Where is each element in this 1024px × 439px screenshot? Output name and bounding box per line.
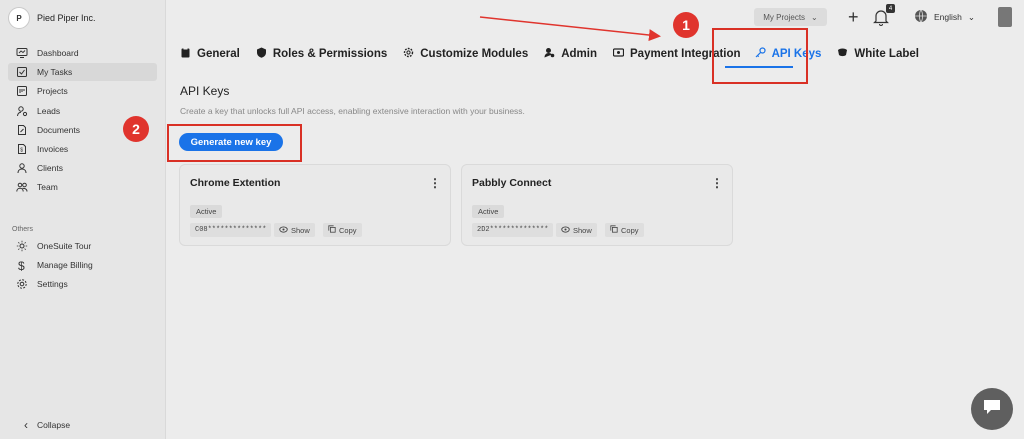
tab-label: General	[197, 48, 240, 60]
show-label: Show	[573, 225, 592, 235]
copy-icon	[328, 225, 336, 235]
api-keys-tab-highlight	[712, 28, 808, 84]
sidebar-item-onesuite-tour[interactable]: OneSuite Tour	[8, 237, 157, 255]
chevron-down-icon: ⌄	[967, 11, 976, 22]
tasks-icon	[16, 66, 28, 78]
more-options-icon[interactable]: ⋮	[429, 176, 441, 190]
brand-logo: P	[8, 7, 30, 29]
settings-tabs: General Roles & Permissions Customize Mo…	[180, 44, 935, 64]
tab-label: White Label	[854, 48, 919, 60]
copy-icon	[610, 225, 618, 235]
sidebar-item-projects[interactable]: Projects	[8, 82, 157, 100]
api-key-card: Chrome Extention ⋮ Active C08***********…	[179, 164, 451, 246]
sidebar-item-label: Clients	[37, 163, 63, 174]
sidebar-item-label: Invoices	[37, 143, 69, 154]
masked-key: C08**************	[190, 223, 272, 237]
show-key-button[interactable]: Show	[274, 223, 315, 237]
sidebar-item-dashboard[interactable]: Dashboard	[8, 44, 157, 62]
avatar[interactable]	[998, 7, 1012, 27]
copy-label: Copy	[621, 225, 639, 235]
dashboard-icon	[16, 47, 28, 59]
generate-key-button[interactable]: Generate new key	[179, 133, 283, 151]
add-button[interactable]: +	[848, 8, 859, 26]
sun-icon	[16, 240, 28, 252]
copy-label: Copy	[339, 225, 357, 235]
step-marker-1: 1	[673, 12, 699, 38]
masked-key: 2D2**************	[472, 223, 554, 237]
chevron-left-icon: ‹	[24, 418, 28, 432]
brand-name: Pied Piper Inc.	[37, 13, 96, 23]
svg-text:$: $	[20, 148, 23, 154]
sidebar: P Pied Piper Inc. Dashboard My Tasks Pro…	[0, 0, 166, 439]
tab-roles-permissions[interactable]: Roles & Permissions	[256, 47, 387, 61]
chat-bubble-icon	[982, 398, 1002, 421]
sidebar-item-label: OneSuite Tour	[37, 241, 92, 251]
copy-key-button[interactable]: Copy	[323, 223, 362, 237]
more-options-icon[interactable]: ⋮	[711, 176, 723, 190]
gear-icon	[403, 47, 414, 61]
chevron-down-icon: ⌄	[811, 12, 818, 22]
globe-icon	[914, 9, 928, 25]
sidebar-item-team[interactable]: Team	[8, 178, 157, 196]
brand[interactable]: P Pied Piper Inc.	[8, 7, 96, 29]
others-section-label: Others	[12, 226, 34, 233]
language-select[interactable]: English ⌄	[914, 8, 975, 26]
sidebar-item-my-tasks[interactable]: My Tasks	[8, 63, 157, 82]
project-select-value: My Projects	[763, 12, 806, 22]
invoices-icon: $	[16, 143, 28, 155]
sidebar-others-nav: OneSuite Tour $ Manage Billing Settings	[8, 237, 157, 295]
api-key-name: Chrome Extention	[190, 177, 281, 189]
tab-label: Admin	[561, 48, 597, 60]
shield-icon	[256, 47, 267, 61]
copy-key-button[interactable]: Copy	[605, 223, 644, 237]
tab-customize-modules[interactable]: Customize Modules	[403, 47, 528, 61]
chat-button[interactable]	[971, 388, 1013, 430]
show-key-button[interactable]: Show	[556, 223, 597, 237]
sidebar-item-label: Team	[37, 182, 58, 193]
leads-icon	[16, 105, 28, 117]
tab-admin[interactable]: Admin	[544, 47, 597, 61]
api-key-card: Pabbly Connect ⋮ Active 2D2*************…	[461, 164, 733, 246]
documents-icon	[16, 124, 28, 136]
tab-label: Roles & Permissions	[272, 48, 388, 60]
sidebar-item-settings[interactable]: Settings	[8, 275, 157, 293]
tab-white-label[interactable]: White Label	[837, 47, 919, 61]
label-icon	[837, 47, 848, 61]
status-badge: Active	[472, 205, 505, 218]
sidebar-item-label: Documents	[37, 124, 80, 135]
sidebar-item-clients[interactable]: Clients	[8, 159, 157, 177]
tab-general[interactable]: General	[180, 47, 240, 61]
sidebar-item-label: Settings	[37, 279, 68, 290]
language-label: English	[934, 12, 962, 22]
sidebar-item-manage-billing[interactable]: $ Manage Billing	[8, 256, 157, 274]
svg-text:$: $	[18, 259, 25, 271]
clients-icon	[16, 162, 28, 174]
show-label: Show	[291, 225, 310, 235]
project-select[interactable]: My Projects ⌄	[754, 8, 827, 26]
sidebar-item-label: Manage Billing	[37, 260, 93, 271]
collapse-button[interactable]: ‹ Collapse	[24, 418, 70, 432]
gear-icon	[16, 278, 28, 290]
sidebar-item-label: My Tasks	[37, 67, 73, 78]
sidebar-item-invoices[interactable]: $ Invoices	[8, 140, 157, 158]
notification-badge: 4	[886, 4, 895, 13]
eye-icon	[561, 225, 570, 235]
api-key-name: Pabbly Connect	[472, 177, 552, 189]
payment-icon	[612, 47, 625, 61]
team-icon	[16, 181, 28, 193]
sidebar-item-label: Projects	[37, 86, 68, 97]
dollar-icon: $	[16, 259, 28, 271]
eye-icon	[279, 225, 288, 235]
page-title: API Keys	[180, 84, 230, 98]
admin-icon	[544, 47, 555, 61]
collapse-label: Collapse	[37, 420, 71, 430]
projects-icon	[16, 85, 28, 97]
tab-label: Customize Modules	[420, 48, 529, 60]
clipboard-icon	[180, 47, 191, 61]
status-badge: Active	[190, 205, 223, 218]
sidebar-item-label: Leads	[37, 105, 61, 116]
step-marker-2: 2	[123, 116, 149, 142]
sidebar-item-label: Dashboard	[37, 48, 79, 58]
page-description: Create a key that unlocks full API acces…	[180, 106, 525, 116]
